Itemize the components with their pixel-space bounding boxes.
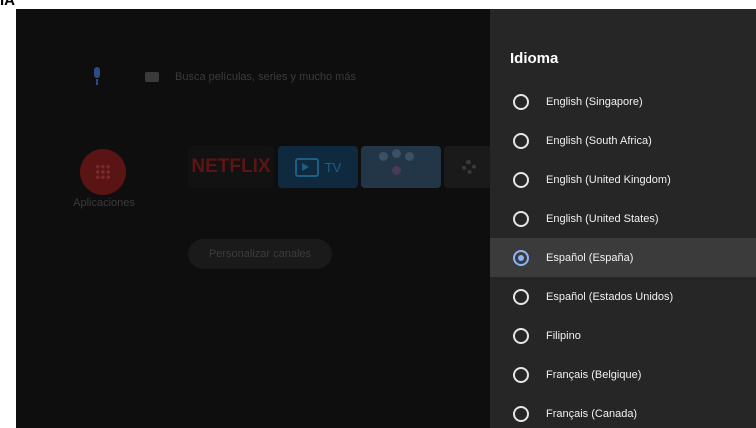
language-option[interactable]: Filipino bbox=[490, 316, 756, 355]
radio-unselected-icon[interactable] bbox=[513, 405, 529, 422]
language-option[interactable]: Français (Belgique) bbox=[490, 355, 756, 394]
language-option-label: English (South Africa) bbox=[546, 134, 652, 147]
language-option-label: Español (España) bbox=[546, 251, 634, 264]
kids-app-tile[interactable] bbox=[361, 146, 441, 188]
search-bar[interactable]: Busca películas, series y mucho más bbox=[91, 65, 356, 89]
radio-unselected-icon[interactable] bbox=[513, 288, 529, 305]
radio-unselected-icon[interactable] bbox=[513, 93, 529, 110]
language-option-label: English (United States) bbox=[546, 212, 659, 225]
radio-selected-icon[interactable] bbox=[513, 249, 529, 266]
tv-app-label: TV bbox=[324, 159, 342, 175]
language-option[interactable]: Español (España) bbox=[490, 238, 756, 277]
search-placeholder: Busca películas, series y mucho más bbox=[175, 71, 356, 83]
language-option[interactable]: Español (Estados Unidos) bbox=[490, 277, 756, 316]
keyboard-icon[interactable] bbox=[145, 72, 159, 82]
customize-channels-button[interactable]: Personalizar canales bbox=[188, 239, 332, 269]
apps-button[interactable] bbox=[80, 149, 126, 195]
home-screen-dimmed: Busca películas, series y mucho más Apli… bbox=[16, 9, 494, 428]
radio-unselected-icon[interactable] bbox=[513, 327, 529, 344]
kids-app-icon bbox=[405, 152, 414, 161]
tv-play-icon bbox=[294, 157, 319, 177]
tv-screen: Busca películas, series y mucho más Apli… bbox=[16, 9, 756, 428]
language-option-label: English (Singapore) bbox=[546, 95, 643, 108]
tv-app-tile[interactable]: TV bbox=[278, 146, 358, 188]
netflix-app-tile[interactable]: NETFLIX bbox=[188, 146, 274, 188]
language-option[interactable]: English (Singapore) bbox=[490, 82, 756, 121]
settings-app-tile[interactable] bbox=[444, 146, 494, 188]
language-panel: Idioma English (Singapore) English (South… bbox=[490, 9, 756, 428]
radio-unselected-icon[interactable] bbox=[513, 171, 529, 188]
language-option-label: Français (Belgique) bbox=[546, 368, 642, 381]
language-list: English (Singapore) English (South Africa… bbox=[490, 82, 756, 428]
radio-unselected-icon[interactable] bbox=[513, 210, 529, 227]
language-option-label: English (United Kingdom) bbox=[546, 173, 671, 186]
panel-title: Idioma bbox=[510, 50, 559, 67]
gear-icon bbox=[462, 160, 476, 174]
kids-play-icon bbox=[392, 166, 401, 175]
netflix-logo: NETFLIX bbox=[191, 156, 271, 177]
language-option-label: Español (Estados Unidos) bbox=[546, 290, 674, 303]
apps-label: Aplicaciones bbox=[73, 197, 135, 209]
language-option[interactable]: English (South Africa) bbox=[490, 121, 756, 160]
kids-app-icon bbox=[379, 152, 388, 161]
language-option[interactable]: English (United States) bbox=[490, 199, 756, 238]
language-option[interactable]: Français (Canada) bbox=[490, 394, 756, 428]
apps-grid-icon bbox=[95, 164, 111, 180]
language-option-label: Français (Canada) bbox=[546, 407, 638, 420]
language-option[interactable]: English (United Kingdom) bbox=[490, 160, 756, 199]
microphone-icon[interactable] bbox=[91, 67, 103, 87]
radio-unselected-icon[interactable] bbox=[513, 366, 529, 383]
language-option-label: Filipino bbox=[546, 329, 581, 342]
kids-app-icon bbox=[392, 149, 401, 158]
radio-unselected-icon[interactable] bbox=[513, 132, 529, 149]
corner-text: IA bbox=[0, 0, 15, 9]
